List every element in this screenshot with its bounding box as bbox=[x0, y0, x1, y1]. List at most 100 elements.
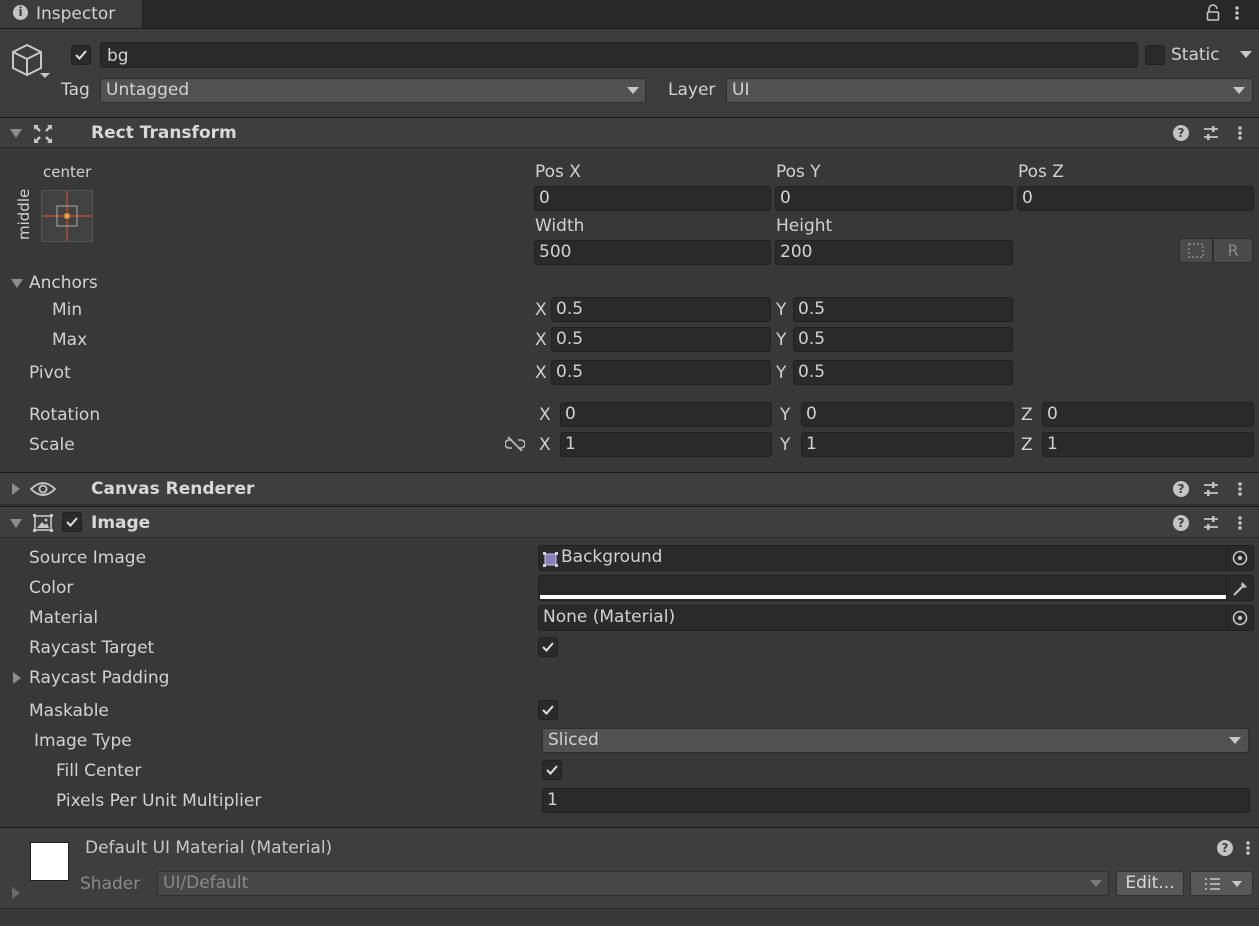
image-type-dropdown[interactable]: Sliced bbox=[542, 728, 1249, 753]
component-menu-icon[interactable] bbox=[1245, 839, 1251, 857]
ppu-multiplier-field[interactable]: 1 bbox=[542, 788, 1250, 813]
gameobject-icon[interactable] bbox=[10, 42, 52, 84]
rot-y-axis-label: Y bbox=[780, 405, 791, 425]
preset-icon[interactable] bbox=[1203, 514, 1219, 532]
rotation-y-field[interactable]: 0 bbox=[801, 402, 1014, 427]
height-label: Height bbox=[776, 216, 833, 236]
image-enabled-toggle[interactable] bbox=[62, 512, 82, 532]
scale-label: Scale bbox=[29, 435, 75, 455]
shader-edit-button[interactable]: Edit... bbox=[1116, 871, 1184, 896]
width-field[interactable]: 500 bbox=[534, 240, 771, 265]
image-header[interactable]: Image ? bbox=[0, 506, 1259, 538]
eyedropper-icon[interactable] bbox=[1226, 576, 1253, 600]
help-icon[interactable]: ? bbox=[1173, 515, 1189, 531]
layer-dropdown[interactable]: UI bbox=[726, 78, 1253, 103]
lock-icon[interactable] bbox=[1206, 4, 1220, 22]
tag-dropdown[interactable]: Untagged bbox=[100, 78, 646, 103]
component-menu-icon[interactable] bbox=[1237, 124, 1243, 142]
rect-transform-title: Rect Transform bbox=[91, 123, 237, 143]
max-y-field[interactable]: 0.5 bbox=[793, 327, 1013, 352]
height-field[interactable]: 200 bbox=[775, 240, 1013, 265]
static-label: Static bbox=[1171, 45, 1220, 65]
rotation-z-field[interactable]: 0 bbox=[1042, 402, 1254, 427]
scale-x-axis-label: X bbox=[539, 435, 551, 455]
color-field[interactable] bbox=[538, 575, 1254, 601]
object-picker-icon[interactable] bbox=[1226, 606, 1253, 630]
constrain-proportions-icon[interactable] bbox=[504, 436, 526, 452]
foldout-closed-icon[interactable] bbox=[12, 483, 20, 495]
anchor-preset-v-label: middle bbox=[15, 188, 33, 240]
material-preview-title: Default UI Material (Material) bbox=[85, 838, 333, 858]
rot-x-axis-label: X bbox=[539, 405, 551, 425]
min-label: Min bbox=[52, 300, 83, 320]
scale-y-field[interactable]: 1 bbox=[801, 432, 1014, 457]
tab-inspector[interactable]: i Inspector bbox=[0, 0, 143, 28]
rot-z-axis-label: Z bbox=[1021, 405, 1033, 425]
pos-x-field[interactable]: 0 bbox=[534, 186, 771, 211]
rect-transform-header[interactable]: Rect Transform ? bbox=[0, 117, 1259, 148]
static-toggle[interactable] bbox=[1145, 45, 1165, 65]
anchor-preset-button[interactable] bbox=[41, 190, 93, 242]
object-picker-icon[interactable] bbox=[1226, 546, 1253, 570]
source-image-field[interactable]: Background bbox=[538, 545, 1254, 571]
min-x-axis-label: X bbox=[535, 300, 547, 320]
rotation-x-field[interactable]: 0 bbox=[560, 402, 772, 427]
maskable-checkbox[interactable] bbox=[538, 700, 558, 720]
image-title: Image bbox=[91, 513, 151, 533]
eye-icon bbox=[29, 481, 57, 497]
material-foldout-icon[interactable] bbox=[12, 887, 20, 899]
help-icon[interactable]: ? bbox=[1173, 481, 1189, 497]
help-icon[interactable]: ? bbox=[1173, 125, 1189, 141]
pos-y-label: Pos Y bbox=[776, 162, 821, 182]
material-field[interactable]: None (Material) bbox=[538, 605, 1254, 631]
image-component-icon bbox=[32, 513, 54, 533]
width-label: Width bbox=[535, 216, 585, 236]
raycast-target-label: Raycast Target bbox=[29, 638, 155, 658]
pos-z-field[interactable]: 0 bbox=[1017, 186, 1254, 211]
info-icon: i bbox=[13, 5, 28, 20]
scale-z-field[interactable]: 1 bbox=[1042, 432, 1254, 457]
object-name-field[interactable]: bg bbox=[100, 42, 1138, 68]
fill-center-checkbox[interactable] bbox=[542, 760, 562, 780]
foldout-open-icon[interactable] bbox=[10, 129, 22, 138]
tab-bar bbox=[0, 0, 1259, 29]
rotation-label: Rotation bbox=[29, 405, 101, 425]
anchors-foldout-icon[interactable] bbox=[11, 279, 23, 288]
material-preview-swatch[interactable] bbox=[30, 842, 69, 881]
maskable-label: Maskable bbox=[29, 701, 109, 721]
canvas-renderer-header[interactable]: Canvas Renderer ? bbox=[0, 472, 1259, 505]
max-x-field[interactable]: 0.5 bbox=[551, 327, 771, 352]
chevron-down-icon bbox=[1229, 737, 1241, 744]
anchors-label: Anchors bbox=[29, 273, 98, 293]
raw-edit-button[interactable]: R bbox=[1213, 238, 1253, 263]
active-toggle[interactable] bbox=[71, 45, 91, 65]
max-x-axis-label: X bbox=[535, 330, 547, 350]
pos-y-field[interactable]: 0 bbox=[775, 186, 1013, 211]
component-menu-icon[interactable] bbox=[1237, 514, 1243, 532]
pivot-y-field[interactable]: 0.5 bbox=[793, 360, 1013, 385]
tab-menu-icon[interactable] bbox=[1234, 4, 1240, 22]
static-dropdown-icon[interactable] bbox=[1240, 51, 1252, 58]
ppu-multiplier-label: Pixels Per Unit Multiplier bbox=[56, 791, 262, 811]
pivot-label: Pivot bbox=[29, 363, 71, 383]
raw-edit-label: R bbox=[1227, 241, 1239, 260]
component-menu-icon[interactable] bbox=[1237, 480, 1243, 498]
shader-dropdown[interactable]: UI/Default bbox=[157, 871, 1109, 896]
source-image-label: Source Image bbox=[29, 548, 147, 568]
pivot-y-axis-label: Y bbox=[776, 363, 787, 383]
blueprint-mode-button[interactable] bbox=[1179, 238, 1213, 263]
pivot-x-field[interactable]: 0.5 bbox=[551, 360, 771, 385]
preset-icon[interactable] bbox=[1203, 480, 1219, 498]
min-x-field[interactable]: 0.5 bbox=[551, 297, 771, 322]
foldout-open-icon[interactable] bbox=[10, 519, 22, 528]
raycast-target-checkbox[interactable] bbox=[538, 637, 558, 657]
pos-z-label: Pos Z bbox=[1018, 162, 1064, 182]
preset-icon[interactable] bbox=[1203, 124, 1219, 142]
help-icon[interactable]: ? bbox=[1217, 840, 1233, 856]
shader-options-button[interactable] bbox=[1190, 871, 1253, 896]
image-type-label: Image Type bbox=[34, 731, 132, 751]
raycast-padding-foldout-icon[interactable] bbox=[13, 672, 21, 684]
min-y-field[interactable]: 0.5 bbox=[793, 297, 1013, 322]
material-label: Material bbox=[29, 608, 99, 628]
scale-x-field[interactable]: 1 bbox=[560, 432, 772, 457]
